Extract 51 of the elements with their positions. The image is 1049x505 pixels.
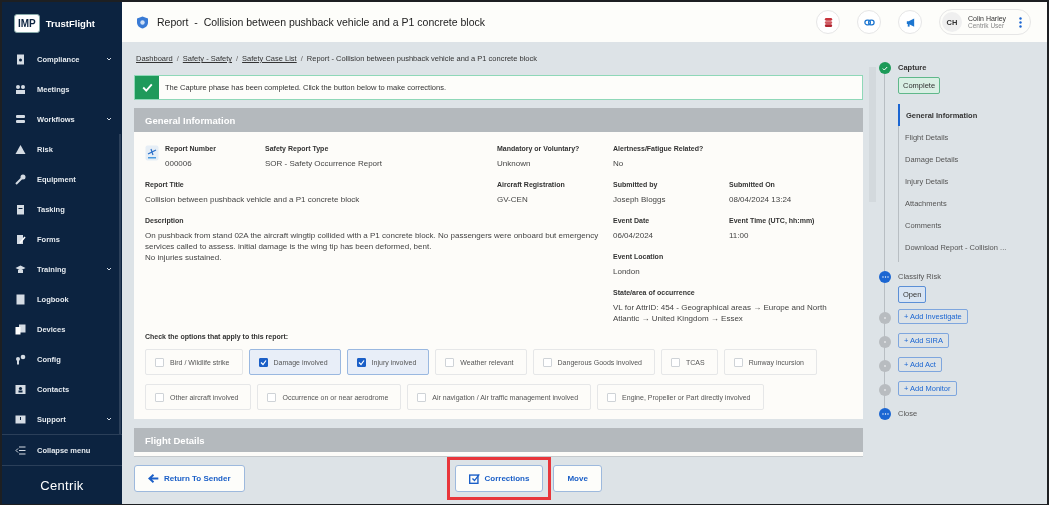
field-value: VL for AttrID: 454 - Geographical areas → Europe and North Atlantic → United Kingdom → Essex xyxy=(613,302,828,324)
people-icon xyxy=(15,83,26,95)
edit-icon xyxy=(468,473,480,484)
stack-button[interactable] xyxy=(816,10,840,34)
field-value: Collision between pushback vehicle and a P1 concrete block xyxy=(145,194,361,205)
chevron-down-icon xyxy=(106,56,112,62)
check-icon xyxy=(141,82,153,93)
chevron-down-icon xyxy=(106,416,112,422)
pencil-icon xyxy=(15,233,26,245)
move-button[interactable]: Move xyxy=(553,465,602,492)
stack-icon xyxy=(822,16,834,28)
field-value: SOR - Safety Occurrence Report xyxy=(265,158,383,169)
field-value: No xyxy=(613,158,625,169)
page-title: Report - Collision between pushback vehicle and a P1 concrete block xyxy=(157,16,487,28)
contact-card-icon xyxy=(15,383,26,395)
megaphone-button[interactable] xyxy=(898,10,922,34)
corrections-button[interactable]: Corrections xyxy=(454,465,544,492)
document-icon xyxy=(15,53,26,65)
field-value: London xyxy=(613,266,641,277)
field-value: Joseph Bloggs xyxy=(613,194,667,205)
wrench-icon xyxy=(15,173,26,185)
field-value: 000006 xyxy=(165,158,193,169)
clipboard-icon xyxy=(15,203,26,215)
devices-icon xyxy=(15,323,26,335)
more-options-icon xyxy=(1019,16,1022,28)
stack-icon xyxy=(15,113,26,125)
field-value: On pushback from stand 02A the aircraft wingtip collided with a P1 concrete block. No passengers were onboard but emergency services called to assess. initial damage is the wing tip has been deformed, bent. No injuries sustained. xyxy=(145,230,600,263)
graduation-cap-icon xyxy=(15,263,26,275)
field-value: Unknown xyxy=(497,158,532,169)
chevron-down-icon xyxy=(106,266,112,272)
collapse-icon xyxy=(15,444,26,456)
field-value: 06/04/2024 xyxy=(613,230,655,241)
checkmark-icon xyxy=(357,358,365,366)
field-value: GV-CEN xyxy=(497,194,529,205)
footer-logo: Centrik xyxy=(40,477,84,493)
app-name: TrustFlight xyxy=(45,17,95,29)
megaphone-icon xyxy=(904,16,916,28)
warning-icon xyxy=(15,143,26,155)
field-value: 11:00 xyxy=(729,230,750,241)
checkmark-icon xyxy=(259,358,267,366)
airplane-document-icon xyxy=(145,145,159,161)
book-icon xyxy=(15,293,26,305)
link-button[interactable] xyxy=(857,10,881,34)
return-button[interactable]: Return To Sender xyxy=(134,465,245,492)
chevron-down-icon xyxy=(106,116,112,122)
message-icon xyxy=(15,413,26,425)
gear-person-icon xyxy=(15,353,26,365)
field-value: 08/04/2024 13:24 xyxy=(729,194,793,205)
arrow-left-icon xyxy=(148,473,159,484)
logo-badge: IMP xyxy=(14,13,40,33)
shield-icon xyxy=(136,15,149,29)
